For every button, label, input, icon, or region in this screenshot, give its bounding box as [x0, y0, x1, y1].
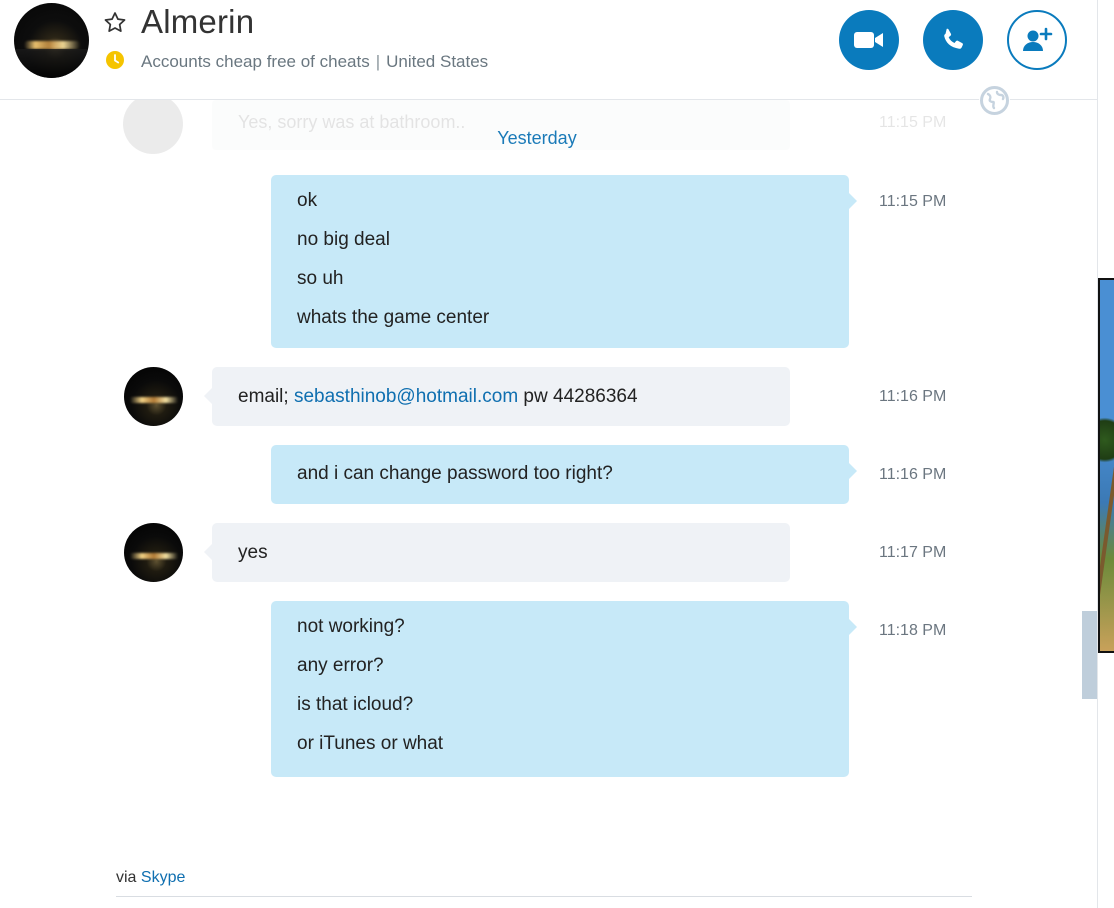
sender-avatar[interactable] — [124, 523, 183, 582]
message-suffix: pw 44286364 — [518, 386, 638, 407]
mood-separator: | — [375, 52, 381, 71]
message-timestamp: 11:17 PM — [879, 544, 947, 561]
conversation-header: Almerin Accounts cheap free of cheats | Un… — [0, 0, 1097, 100]
message-line: any error? — [297, 655, 384, 676]
outgoing-message-bubble[interactable]: and i can change password too right? — [271, 445, 857, 504]
mood-message: Accounts cheap free of cheats | United Sta… — [141, 52, 488, 72]
message-line: so uh — [297, 268, 344, 289]
message-line: ok — [297, 190, 318, 211]
voice-call-button[interactable] — [923, 10, 983, 70]
message-timestamp: 11:15 PM — [879, 193, 947, 210]
via-attribution: via Skype — [116, 869, 185, 887]
message-line: yes — [238, 542, 268, 563]
footer-divider — [116, 896, 972, 897]
message-line: not working? — [297, 616, 405, 637]
scrollbar-thumb[interactable] — [1082, 611, 1097, 699]
add-contact-icon — [1020, 25, 1054, 55]
contact-avatar[interactable] — [14, 3, 89, 78]
message-line: is that icloud? — [297, 694, 414, 715]
outgoing-message-bubble[interactable]: not working? any error? is that icloud? … — [271, 601, 857, 777]
contact-name[interactable]: Almerin — [141, 3, 254, 41]
contact-location: United States — [386, 52, 489, 71]
day-separator: Yesterday — [497, 128, 577, 148]
video-call-button[interactable] — [839, 10, 899, 70]
side-panel-photo — [1098, 278, 1114, 653]
message-text: email; sebasthinob@hotmail.com pw 442863… — [238, 377, 638, 416]
skype-link[interactable]: Skype — [141, 869, 185, 886]
message-line: and i can change password too right? — [297, 463, 613, 484]
sender-avatar[interactable] — [124, 367, 183, 426]
phone-icon — [939, 26, 967, 54]
video-camera-icon — [853, 29, 885, 51]
message-timestamp: 11:16 PM — [879, 466, 947, 483]
away-status-clock-icon — [105, 50, 125, 70]
via-label: via — [116, 869, 137, 886]
translator-globe-icon[interactable] — [979, 85, 1010, 116]
mood-text: Accounts cheap free of cheats — [141, 52, 370, 71]
message-timestamp: 11:18 PM — [879, 622, 947, 639]
incoming-message-bubble[interactable]: email; sebasthinob@hotmail.com pw 442863… — [204, 367, 790, 426]
favorite-star-icon[interactable] — [102, 10, 128, 36]
message-line: whats the game center — [297, 307, 490, 328]
message-line: or iTunes or what — [297, 733, 444, 754]
outgoing-message-bubble[interactable]: ok no big deal so uh whats the game cent… — [271, 175, 857, 348]
email-link[interactable]: sebasthinob@hotmail.com — [294, 386, 518, 407]
message-prefix: email; — [238, 386, 294, 407]
message-timestamp: 11:16 PM — [879, 388, 947, 405]
message-line: no big deal — [297, 229, 390, 250]
add-people-button[interactable] — [1007, 10, 1067, 70]
incoming-message-bubble[interactable]: yes — [204, 523, 790, 582]
